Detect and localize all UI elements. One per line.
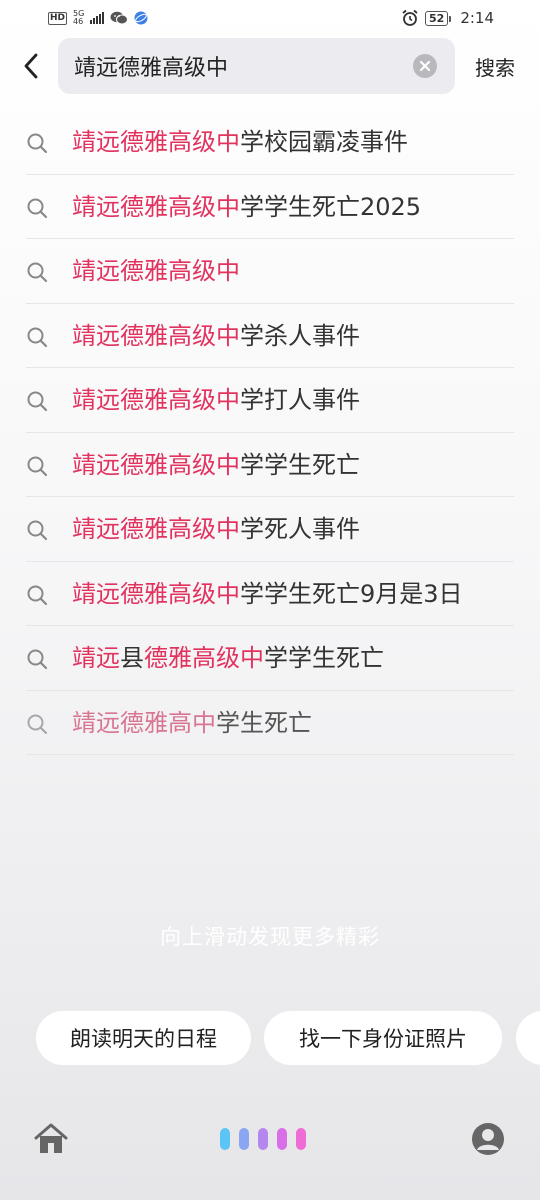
profile-button[interactable] [471, 1122, 505, 1156]
search-icon [27, 262, 48, 283]
suggestion-text: 靖远德雅高级中学杀人事件 [72, 319, 360, 353]
suggestion-highlight: 靖远德雅高中 [72, 708, 216, 737]
suggestion-rest: 学生死亡 [216, 708, 312, 737]
alarm-icon [402, 9, 418, 26]
status-right: 52 2:14 [401, 9, 494, 27]
suggestion-text: 靖远德雅高级中学打人事件 [72, 383, 360, 417]
suggestion-item[interactable]: 靖远德雅高级中学死人事件 [26, 497, 514, 562]
signal-icon [90, 12, 105, 24]
suggestion-item[interactable]: 靖远德雅高级中学打人事件 [26, 368, 514, 433]
suggestion-chips: 朗读明天的日程 找一下身份证照片 [36, 1011, 540, 1065]
search-icon [27, 327, 48, 347]
voice-assistant-button[interactable] [220, 1126, 320, 1152]
suggestion-item[interactable]: 靖远德雅高级中学学生死亡2025 [26, 175, 514, 239]
suggestion-highlight: 靖远德雅高级中 [72, 450, 240, 479]
suggestion-highlight: 靖远德雅高级中 [72, 579, 240, 608]
voice-wave-bar [277, 1128, 287, 1150]
suggestion-highlight: 靖远德雅高级中 [72, 515, 240, 543]
voice-wave-bar [296, 1128, 306, 1150]
search-icon [27, 649, 48, 670]
search-icon [27, 391, 48, 412]
suggestion-item[interactable]: 靖远德雅高级中学校园霸凌事件 [26, 110, 514, 175]
suggestion-rest: 学打人事件 [240, 386, 360, 414]
status-bar: HD 5G 46 52 2:14 [0, 0, 540, 36]
search-icon [27, 520, 48, 541]
status-left: HD 5G 46 [48, 10, 148, 26]
search-icon [27, 198, 48, 218]
suggestion-text: 靖远县德雅高级中学学生死亡 [72, 641, 384, 675]
suggestion-text: 靖远德雅高级中学死人事件 [72, 512, 360, 546]
search-input[interactable] [74, 46, 394, 86]
suggestion-rest: 学学生死亡 [264, 644, 384, 672]
suggestion-text: 靖远德雅高级中 [72, 254, 240, 288]
chip-read-schedule[interactable]: 朗读明天的日程 [36, 1011, 251, 1065]
suggestion-text: 靖远德雅高中学生死亡 [72, 706, 312, 740]
search-icon [27, 585, 48, 605]
suggestion-item[interactable]: 靖远德雅高级中 [26, 239, 514, 304]
voice-wave-bar [258, 1128, 268, 1150]
suggestion-highlight: 靖远德雅高级中 [72, 386, 240, 414]
suggestion-highlight: 靖远 [72, 644, 120, 672]
suggestion-item[interactable]: 靖远德雅高级中学杀人事件 [26, 304, 514, 368]
wechat-icon [110, 11, 129, 25]
chip-more[interactable] [516, 1011, 540, 1065]
chevron-left-icon [24, 53, 38, 79]
voice-wave-bar [239, 1128, 249, 1150]
suggestion-item[interactable]: 靖远德雅高中学生死亡 [26, 691, 514, 755]
bottom-nav [0, 1112, 540, 1172]
search-icon [27, 456, 48, 476]
suggestion-rest: 学学生死亡9月是3日 [240, 579, 463, 608]
suggestion-item[interactable]: 靖远德雅高级中学学生死亡9月是3日 [26, 562, 514, 626]
suggestion-text: 靖远德雅高级中学学生死亡9月是3日 [72, 577, 463, 611]
suggestion-rest: 县 [120, 644, 144, 672]
clear-circle-icon [419, 60, 431, 72]
battery-indicator: 52 [425, 10, 452, 26]
suggestion-highlight: 德雅高级中 [144, 644, 264, 672]
network-sub: 46 [73, 17, 84, 26]
suggestion-text: 靖远德雅高级中学学生死亡2025 [72, 190, 421, 224]
home-icon [34, 1123, 68, 1153]
swipe-up-hint: 向上滑动发现更多精彩 [160, 925, 380, 949]
chip-find-id-photo[interactable]: 找一下身份证照片 [264, 1011, 502, 1065]
network-indicator: 5G 46 [73, 10, 84, 26]
suggestion-highlight: 靖远德雅高级中 [72, 128, 240, 156]
clear-button[interactable] [413, 54, 437, 78]
suggestion-list: 靖远德雅高级中学校园霸凌事件 靖远德雅高级中学学生死亡2025 靖远德雅高级中 靖远德… [0, 110, 540, 755]
search-header: 搜索 [0, 38, 540, 94]
suggestion-rest: 学死人事件 [240, 515, 360, 543]
suggestion-text: 靖远德雅高级中学学生死亡 [72, 448, 360, 482]
suggestion-highlight: 靖远德雅高级中 [72, 257, 240, 285]
suggestion-rest: 学学生死亡 [240, 450, 360, 479]
search-button[interactable]: 搜索 [470, 52, 520, 81]
hd-badge: HD [48, 11, 68, 25]
suggestion-text: 靖远德雅高级中学校园霸凌事件 [72, 125, 408, 159]
search-box[interactable] [58, 38, 455, 94]
suggestion-item[interactable]: 靖远县德雅高级中学学生死亡 [26, 626, 514, 691]
suggestion-rest: 学校园霸凌事件 [240, 128, 408, 156]
home-button[interactable] [32, 1120, 70, 1158]
app-notification-icon [134, 11, 148, 25]
clock: 2:14 [460, 9, 494, 27]
suggestion-item[interactable]: 靖远德雅高级中学学生死亡 [26, 433, 514, 497]
search-icon [27, 133, 48, 154]
profile-icon [472, 1123, 504, 1155]
suggestion-rest: 学学生死亡2025 [240, 192, 422, 221]
suggestion-highlight: 靖远德雅高级中 [72, 192, 240, 221]
suggestion-rest: 学杀人事件 [240, 321, 360, 350]
voice-wave-bar [220, 1128, 230, 1150]
suggestion-highlight: 靖远德雅高级中 [72, 321, 240, 350]
back-button[interactable] [16, 50, 46, 82]
search-icon [27, 714, 48, 734]
